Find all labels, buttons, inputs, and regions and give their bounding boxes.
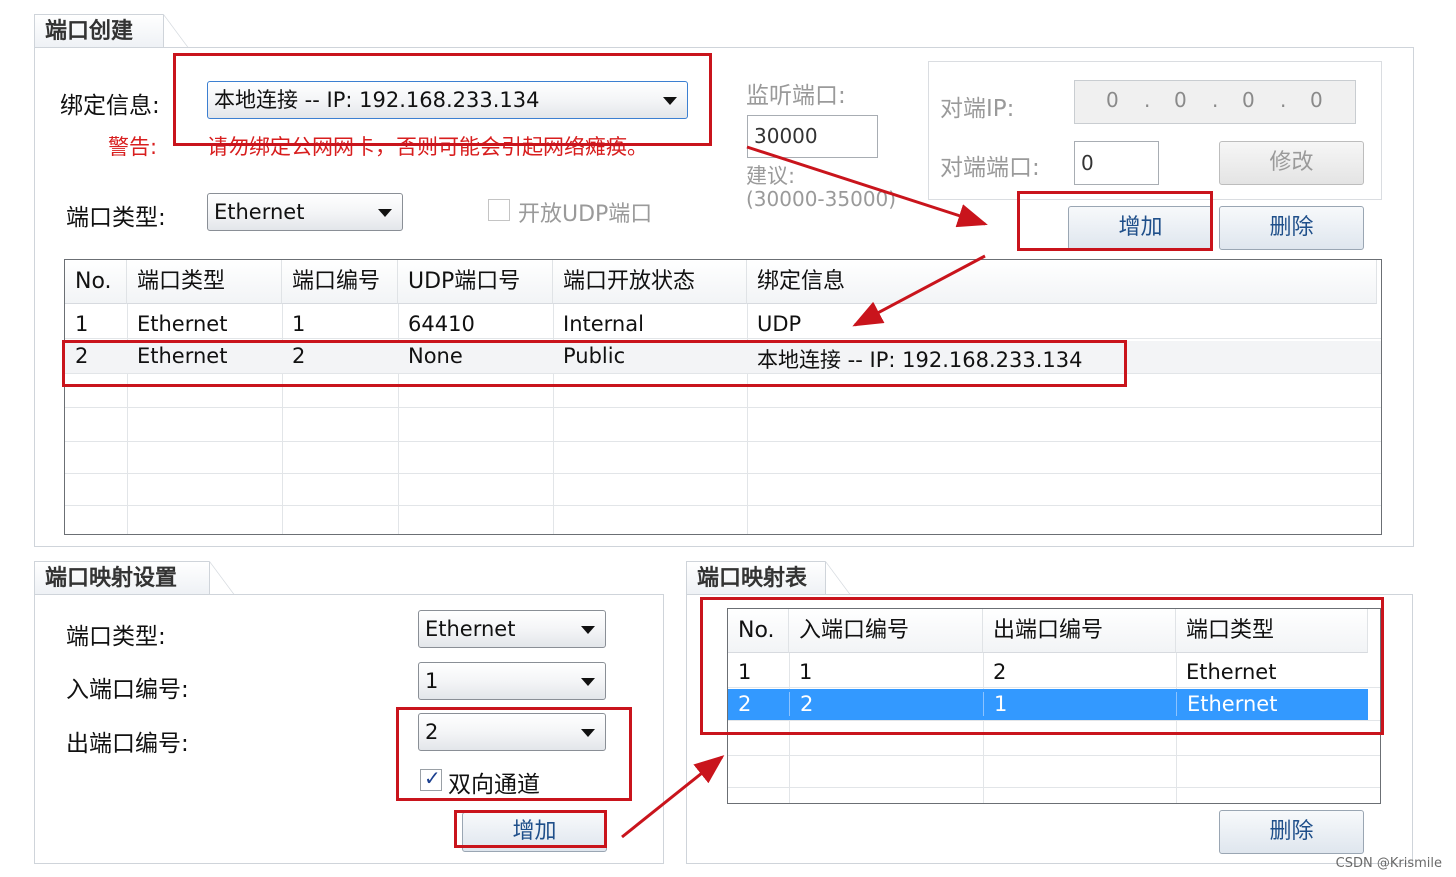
annotation-arrows [621, 145, 988, 839]
arrow-listen-to-add [746, 145, 988, 228]
watermark: CSDN @Krismile [1335, 856, 1442, 871]
arrow-add-to-table [852, 254, 986, 327]
arrow-mapping-to-table [621, 755, 725, 839]
